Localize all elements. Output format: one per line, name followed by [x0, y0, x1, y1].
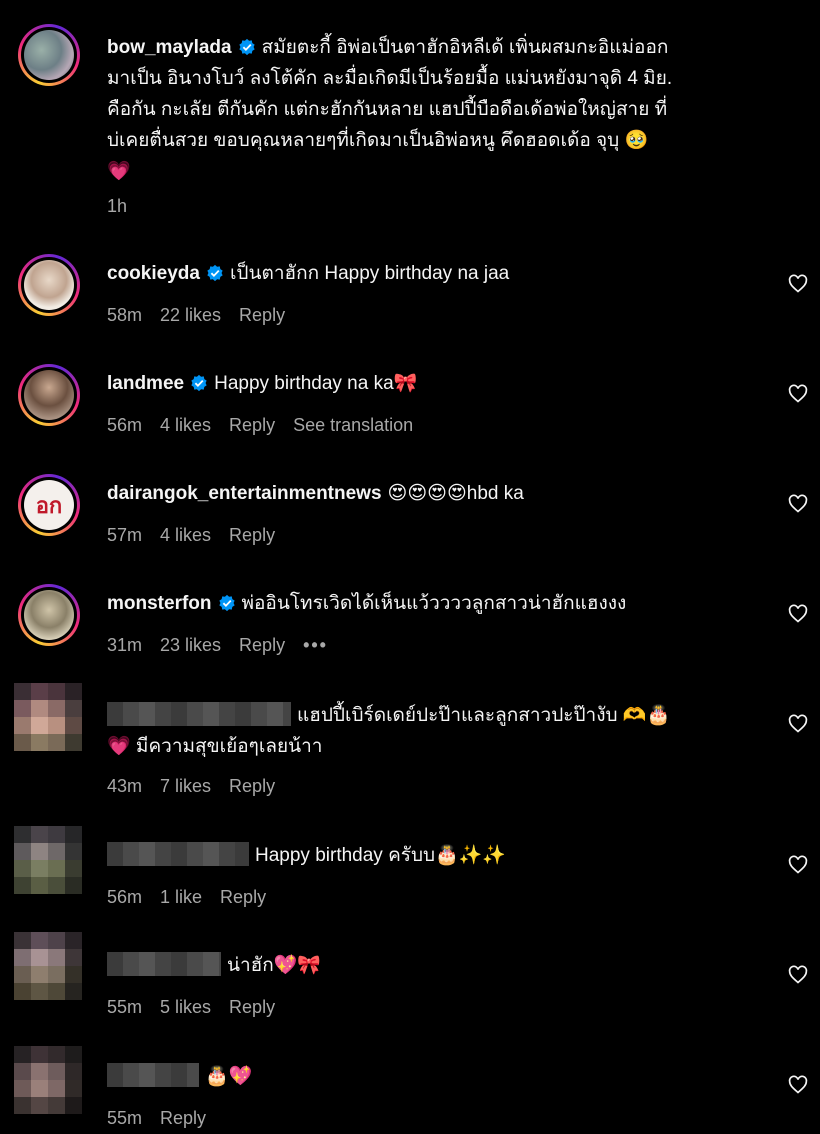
verified-badge-icon [207, 264, 223, 282]
blurred-username[interactable] [107, 1063, 199, 1087]
timestamp: 57m [107, 525, 143, 545]
timestamp: 43m [107, 776, 143, 796]
avatar-blurred[interactable] [14, 683, 82, 751]
more-options-button[interactable]: ••• [303, 635, 328, 655]
comment-text: บ่เคยตื่นสวย ขอบคุณหลายๆที่เกิดมาเป็นอิพ… [107, 130, 649, 151]
reply-button[interactable]: Reply [229, 776, 275, 796]
like-count[interactable]: 4 likes [160, 525, 211, 545]
comment-text: 💗 [107, 161, 131, 182]
avatar[interactable]: อก [18, 474, 80, 536]
reply-button[interactable]: Reply [229, 997, 275, 1017]
username[interactable]: landmee [107, 373, 184, 394]
comment-text: Happy birthday ครับบ🎂✨✨ [255, 845, 507, 866]
username[interactable]: bow_maylada [107, 37, 232, 58]
like-count[interactable]: 4 likes [160, 415, 211, 435]
avatar-blurred[interactable] [14, 1046, 82, 1114]
comment-text: พ่ออินโทรเวิดได้เห็นแว้ววววลูกสาวน่าฮักแ… [241, 593, 627, 614]
timestamp: 55m [107, 1108, 143, 1128]
timestamp: 56m [107, 887, 143, 907]
comment-text: 😍😍😍😍hbd ka [387, 483, 524, 504]
avatar[interactable] [18, 364, 80, 426]
heart-outline-icon[interactable] [788, 714, 808, 734]
reply-button[interactable]: Reply [229, 525, 275, 545]
like-count[interactable]: 5 likes [160, 997, 211, 1017]
like-count[interactable]: 7 likes [160, 776, 211, 796]
username[interactable]: dairangok_entertainmentnews [107, 483, 382, 504]
timestamp: 56m [107, 415, 143, 435]
blurred-username[interactable] [107, 842, 249, 866]
like-count[interactable]: 23 likes [160, 635, 221, 655]
reply-button[interactable]: Reply [229, 415, 275, 435]
timestamp: 58m [107, 305, 143, 325]
heart-outline-icon[interactable] [788, 855, 808, 875]
blurred-username[interactable] [107, 952, 221, 976]
heart-outline-icon[interactable] [788, 384, 808, 404]
reply-button[interactable]: Reply [239, 305, 285, 325]
comment-text: เป็นตาฮักก Happy birthday na jaa [229, 263, 510, 284]
verified-badge-icon [191, 374, 207, 392]
heart-outline-icon[interactable] [788, 965, 808, 985]
username[interactable]: monsterfon [107, 593, 212, 614]
heart-outline-icon[interactable] [788, 494, 808, 514]
timestamp: 1h [107, 196, 128, 216]
username[interactable]: cookieyda [107, 263, 200, 284]
comment-text: คือกัน กะเลัย ตีกันคัก แต่กะฮักกันหลาย แ… [107, 99, 668, 120]
heart-outline-icon[interactable] [788, 274, 808, 294]
avatar[interactable] [18, 24, 80, 86]
avatar-blurred[interactable] [14, 932, 82, 1000]
comment-text: แฮปปี้เบิร์ดเดย์ปะป๊าและลูกสาวปะป๊างับ 🫶… [297, 705, 671, 726]
reply-button[interactable]: Reply [239, 635, 285, 655]
avatar[interactable] [18, 584, 80, 646]
comment-text: 🎂💖 [205, 1066, 253, 1087]
avatar[interactable] [18, 254, 80, 316]
comment-text: มาเป็น อินางโบว์ ลงโต้คัก ละมื่อเกิดมีเป… [107, 68, 673, 89]
verified-badge-icon [238, 38, 255, 56]
comment-text: สมัยตะกี้ อิพ่อเป็นตาฮักอิหลีเด้ เพิ่นผส… [261, 37, 669, 58]
comment-text: น่าฮัก💖🎀 [227, 955, 322, 976]
like-count[interactable]: 1 like [160, 887, 202, 907]
timestamp: 31m [107, 635, 143, 655]
timestamp: 55m [107, 997, 143, 1017]
see-translation-link[interactable]: See translation [293, 415, 413, 435]
verified-badge-icon [218, 594, 235, 612]
reply-button[interactable]: Reply [160, 1108, 206, 1128]
like-count[interactable]: 22 likes [160, 305, 221, 325]
heart-outline-icon[interactable] [788, 1075, 808, 1095]
comment-text: 💗 มีความสุขเย้อๆเลยน้าา [107, 736, 323, 757]
blurred-username[interactable] [107, 702, 291, 726]
heart-outline-icon[interactable] [788, 604, 808, 624]
avatar-blurred[interactable] [14, 826, 82, 894]
reply-button[interactable]: Reply [220, 887, 266, 907]
comment-text: Happy birthday na ka🎀 [214, 373, 418, 394]
avatar-logo-text: อก [35, 492, 63, 519]
